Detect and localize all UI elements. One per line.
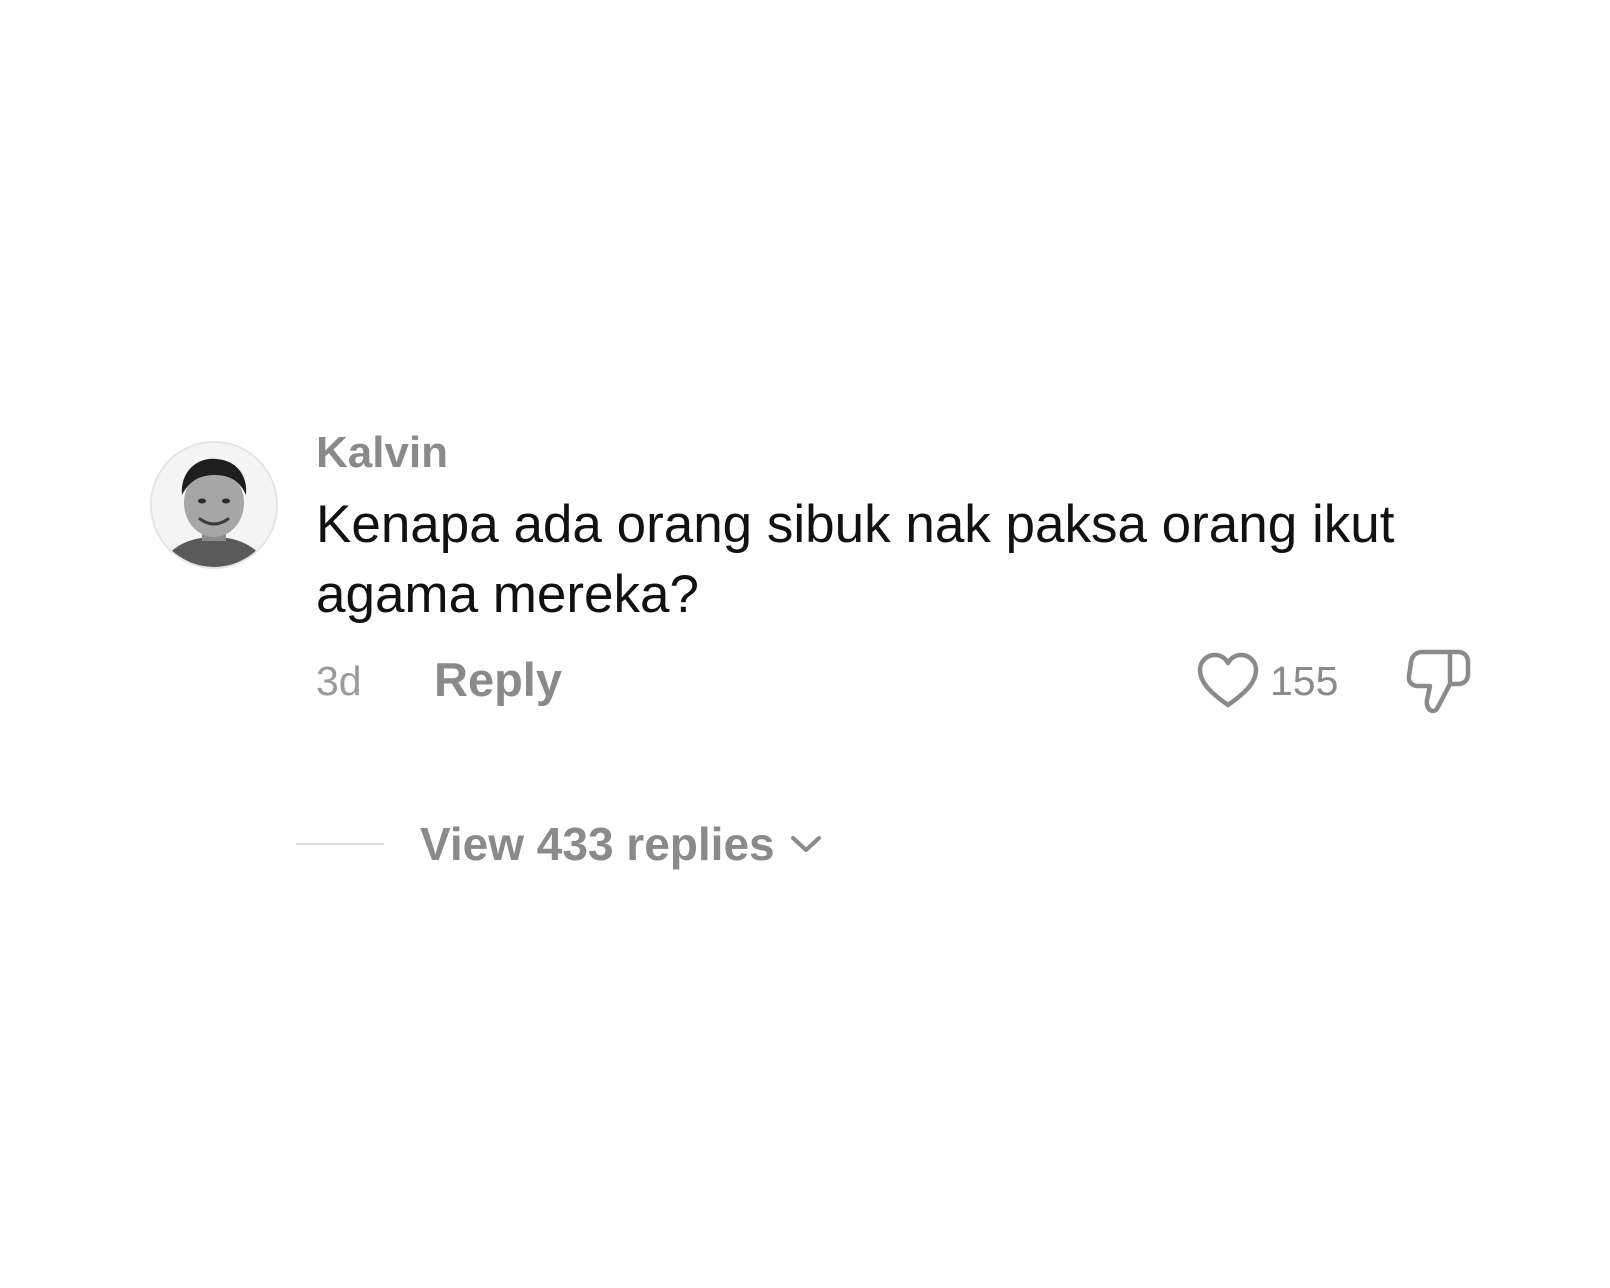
like-button[interactable]: 155 — [1196, 648, 1338, 714]
view-replies-button[interactable]: View 433 replies — [420, 816, 823, 872]
chevron-down-icon — [790, 836, 821, 852]
comment-text: Kenapa ada orang sibuk nak paksa orang i… — [316, 495, 1395, 624]
reply-button[interactable]: Reply — [434, 652, 562, 708]
comment-timestamp: 3d — [316, 658, 362, 704]
view-replies-label: View 433 replies — [420, 818, 775, 870]
heart-icon — [1197, 652, 1259, 708]
dislike-button[interactable] — [1406, 646, 1472, 716]
like-count: 155 — [1270, 658, 1339, 704]
avatar-photo — [152, 443, 276, 567]
thumbs-down-icon — [1406, 649, 1471, 714]
view-replies-row: View 433 replies — [296, 812, 823, 876]
divider-line — [296, 843, 384, 845]
comment-username[interactable]: Kalvin — [316, 426, 448, 480]
avatar[interactable] — [150, 441, 278, 569]
